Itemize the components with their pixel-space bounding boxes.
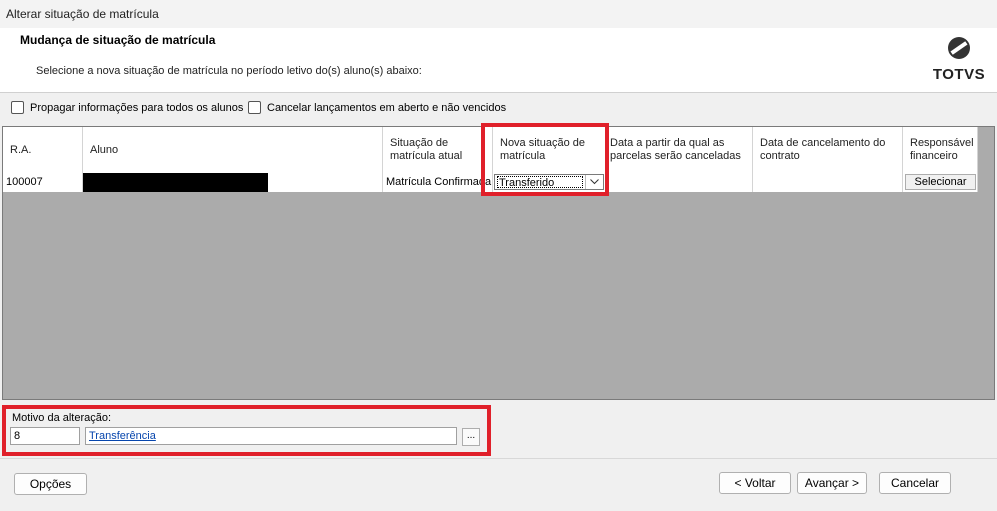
window-title: Alterar situação de matrícula — [6, 7, 159, 21]
nova-situacao-value[interactable]: Transferido — [497, 176, 583, 189]
motivo-description-input[interactable]: Transferência — [85, 427, 457, 445]
motivo-browse-button[interactable]: ... — [462, 428, 480, 446]
propagate-checkbox-box[interactable] — [11, 101, 24, 114]
redacted-name — [83, 173, 268, 192]
cell-data-cancelamento[interactable] — [753, 173, 903, 192]
wizard-header: Mudança de situação de matrícula Selecio… — [0, 28, 997, 93]
table-row[interactable]: 100007 Matrícula Confirmada Transferido … — [3, 173, 978, 192]
nova-situacao-dropdown[interactable]: Transferido — [494, 174, 604, 190]
cell-data-parcelas[interactable] — [606, 173, 753, 192]
cancel-launches-checkbox-box[interactable] — [248, 101, 261, 114]
cancel-button[interactable]: Cancelar — [879, 472, 951, 494]
page-subtitle: Selecione a nova situação de matrícula n… — [36, 65, 422, 77]
motivo-code-input[interactable]: 8 — [10, 427, 80, 445]
col-header-data-cancelamento[interactable]: Data de cancelamento do contrato — [753, 127, 903, 173]
col-header-ra[interactable]: R.A. — [3, 127, 83, 173]
students-grid[interactable]: R.A. Aluno Situação de matrícula atual N… — [2, 126, 995, 400]
cell-ra[interactable]: 100007 — [3, 173, 83, 192]
title-bar: Alterar situação de matrícula — [0, 0, 997, 29]
back-button[interactable]: < Voltar — [719, 472, 791, 494]
motivo-description-link[interactable]: Transferência — [89, 430, 156, 442]
cancel-launches-checkbox[interactable]: Cancelar lançamentos em aberto e não ven… — [248, 101, 506, 114]
chevron-down-icon[interactable] — [585, 175, 603, 189]
motivo-label: Motivo da alteração: — [12, 412, 112, 424]
selecionar-button[interactable]: Selecionar — [905, 174, 976, 190]
next-button[interactable]: Avançar > — [797, 472, 867, 494]
col-header-nova-situacao[interactable]: Nova situação de matrícula — [493, 127, 606, 173]
cell-situacao-atual[interactable]: Matrícula Confirmada — [383, 173, 493, 192]
grid-header: R.A. Aluno Situação de matrícula atual N… — [3, 127, 978, 174]
col-header-aluno[interactable]: Aluno — [83, 127, 383, 173]
footer-separator — [0, 458, 997, 459]
col-header-data-parcelas[interactable]: Data a partir da qual as parcelas serão … — [606, 127, 753, 173]
cancel-launches-checkbox-label: Cancelar lançamentos em aberto e não ven… — [267, 101, 507, 114]
logo-text: TOTVS — [932, 66, 986, 83]
totvs-logo-icon — [948, 37, 970, 59]
totvs-logo: TOTVS — [928, 36, 990, 84]
col-header-responsavel[interactable]: Responsável financeiro — [903, 127, 978, 173]
options-button[interactable]: Opções — [14, 473, 87, 495]
propagate-checkbox-label: Propagar informações para todos os aluno… — [30, 101, 244, 114]
propagate-checkbox[interactable]: Propagar informações para todos os aluno… — [11, 101, 243, 114]
col-header-situacao-atual[interactable]: Situação de matrícula atual — [383, 127, 493, 173]
page-title: Mudança de situação de matrícula — [20, 33, 216, 47]
